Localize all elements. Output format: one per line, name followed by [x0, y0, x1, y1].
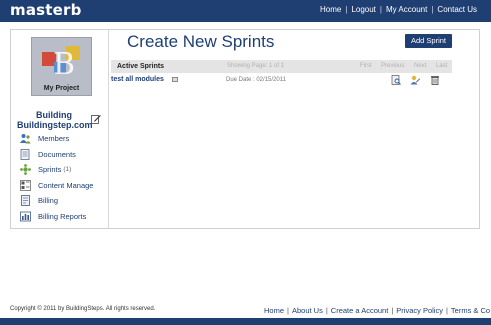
- edit-sprint-icon[interactable]: [410, 75, 420, 85]
- add-sprint-button[interactable]: Add Sprint: [405, 34, 452, 48]
- billing-reports-icon: [20, 211, 31, 222]
- edit-project-icon[interactable]: [91, 114, 101, 124]
- sidebar: B My Project Building Buildingstep.com M…: [11, 30, 109, 228]
- svg-text:B: B: [53, 47, 75, 80]
- sprint-name-link[interactable]: test all modules: [111, 76, 164, 83]
- documents-icon: [20, 148, 30, 160]
- content-manage-icon: [20, 179, 31, 191]
- project-name[interactable]: Building Buildingstep.com: [17, 110, 93, 130]
- sprints-count: (1): [63, 166, 72, 174]
- nav-my-account[interactable]: My Account: [386, 5, 427, 14]
- sidebar-item-billing-reports[interactable]: Billing Reports: [20, 209, 108, 225]
- footer-link-about-us[interactable]: About Us: [292, 306, 323, 315]
- footer-link-privacy-policy[interactable]: Privacy Policy: [396, 306, 443, 315]
- sidebar-item-content-manage[interactable]: Content Manage: [20, 178, 108, 194]
- project-logo-icon: B: [42, 46, 80, 80]
- pagination-previous[interactable]: Previous: [381, 63, 404, 69]
- page-title: Create New Sprints: [127, 32, 275, 51]
- sprint-due-date: Due Date : 02/15/2011: [226, 77, 286, 83]
- top-nav: Home | Logout | My Account | Contact Us: [320, 5, 477, 14]
- sidebar-item-documents[interactable]: Documents: [20, 147, 108, 163]
- view-sprint-icon[interactable]: [391, 75, 401, 85]
- footer-links: Home | About Us | Create a Account | Privacy P…: [264, 306, 491, 315]
- sidebar-menu: Members Documents Sprints (1) Content Ma…: [20, 131, 108, 224]
- top-bar: masterb Home | Logout | My Account | Contact U…: [0, 0, 491, 22]
- sprints-icon: [20, 164, 31, 176]
- delete-sprint-icon[interactable]: [430, 75, 440, 85]
- copyright-text: Copyright © 2011 by BuildingSteps. All r…: [10, 306, 156, 312]
- sidebar-item-billing[interactable]: Billing: [20, 193, 108, 209]
- footer-link-create-account[interactable]: Create a Account: [331, 306, 389, 315]
- site-logo[interactable]: masterb: [10, 1, 82, 19]
- sprints-table-header: Active Sprints Showing Page: 1 of 1 Firs…: [111, 60, 452, 73]
- sprint-detail-icon[interactable]: [172, 77, 178, 82]
- table-row: test all modules Due Date : 02/15/2011: [111, 75, 452, 87]
- content-frame: B My Project Building Buildingstep.com M…: [10, 29, 480, 229]
- pagination-status: Showing Page: 1 of 1: [227, 63, 285, 69]
- nav-logout[interactable]: Logout: [351, 5, 375, 14]
- sidebar-item-sprints[interactable]: Sprints (1): [20, 162, 108, 178]
- sidebar-item-members[interactable]: Members: [20, 131, 108, 147]
- nav-home[interactable]: Home: [320, 5, 341, 14]
- nav-contact-us[interactable]: Contact Us: [437, 5, 477, 14]
- footer-link-terms[interactable]: Terms & Co: [451, 306, 490, 315]
- project-tile[interactable]: B My Project: [31, 37, 92, 96]
- billing-icon: [21, 195, 30, 207]
- active-sprints-heading: Active Sprints: [117, 63, 165, 70]
- pagination-last[interactable]: Last: [436, 63, 447, 69]
- pagination-first[interactable]: First: [360, 63, 372, 69]
- pagination-next[interactable]: Next: [414, 63, 426, 69]
- members-icon: [20, 134, 31, 144]
- project-tile-label: My Project: [43, 85, 80, 92]
- footer: Copyright © 2011 by BuildingSteps. All r…: [0, 306, 491, 318]
- footer-link-home[interactable]: Home: [264, 306, 284, 315]
- bottom-bar: [0, 318, 491, 325]
